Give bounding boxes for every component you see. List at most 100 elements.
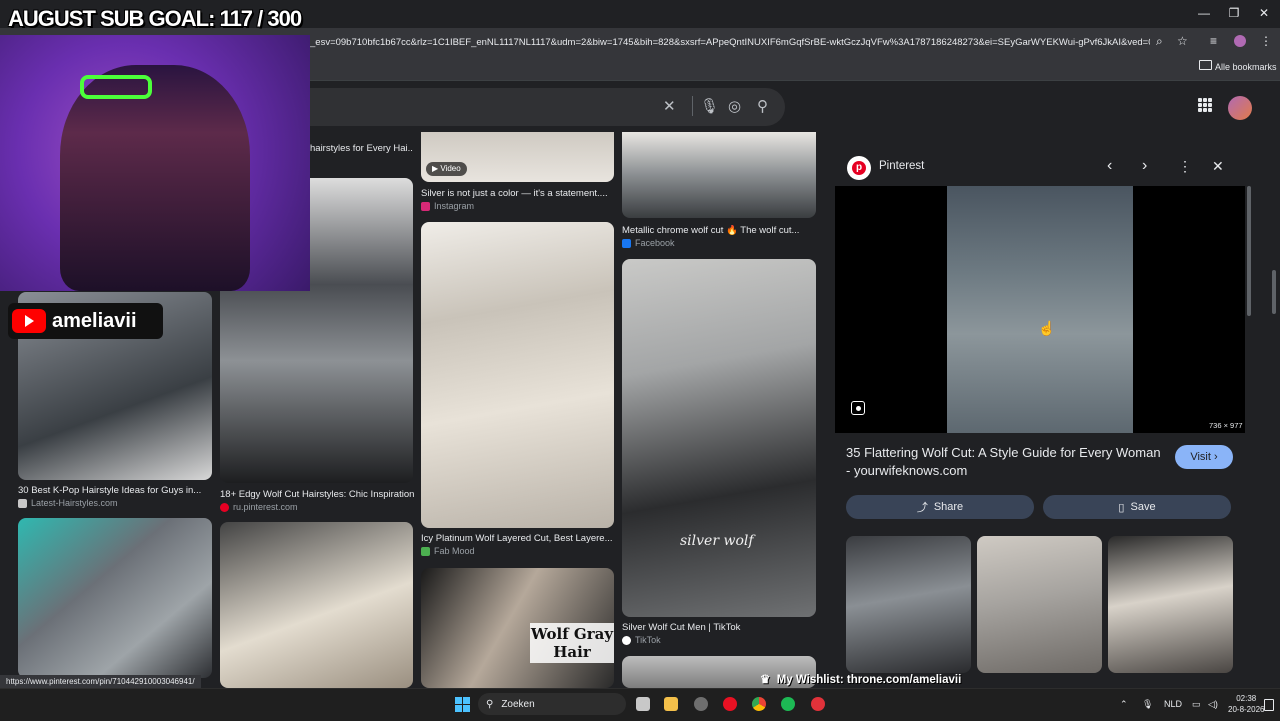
result-caption[interactable]: Icy Platinum Wolf Layered Cut, Best Laye… [421, 533, 614, 544]
source-label: Facebook [635, 238, 675, 248]
more-menu-icon[interactable]: ⋮ [1260, 34, 1272, 48]
result-source[interactable]: Latest-Hairstyles.com [18, 498, 118, 508]
apps-grid-icon[interactable] [1198, 98, 1212, 112]
clock-time: 02:38 [1236, 694, 1257, 703]
bookmark-star-icon[interactable]: ☆ [1177, 34, 1188, 48]
thumbnail-overlay-text: silver wolf [680, 533, 754, 549]
source-label: Latest-Hairstyles.com [31, 498, 118, 508]
language-indicator[interactable]: NLD [1164, 699, 1182, 709]
result-source[interactable]: Facebook [622, 238, 675, 248]
search-icon: ⚲ [486, 698, 494, 710]
preview-title[interactable]: 35 Flattering Wolf Cut: A Style Guide fo… [846, 444, 1164, 480]
zoom-icon[interactable]: ⌕ [1156, 34, 1163, 49]
volume-icon[interactable]: ◁) [1208, 699, 1218, 710]
close-panel-icon[interactable]: ✕ [1212, 158, 1224, 175]
taskbar-clock[interactable]: 02:38 20-8-2026 [1228, 693, 1264, 715]
url-field[interactable]: _esv=09b710bfc1b67cc&rlz=1C1IBEF_enNL111… [310, 37, 1150, 48]
related-image[interactable] [1108, 536, 1233, 673]
status-url: https://www.pinterest.com/pin/7104429100… [0, 675, 201, 689]
save-label: Save [1130, 501, 1156, 513]
notification-icon[interactable] [1264, 699, 1274, 711]
share-button[interactable]: ⤴ Share [846, 495, 1034, 519]
result-caption[interactable]: 18+ Edgy Wolf Cut Hairstyles: Chic Inspi… [220, 489, 414, 500]
source-label: ru.pinterest.com [233, 502, 298, 512]
microphone-icon[interactable]: 🎙 [1142, 699, 1153, 710]
windows-start-icon[interactable] [455, 697, 470, 712]
opera-icon[interactable] [723, 697, 737, 711]
clock-date: 20-8-2026 [1228, 705, 1265, 714]
youtube-channel-badge: ameliavii [8, 303, 163, 339]
result-source[interactable]: Instagram [421, 201, 474, 211]
source-label: Fab Mood [434, 546, 475, 556]
result-source[interactable]: Fab Mood [421, 546, 475, 556]
result-image-gray-mullet[interactable] [18, 518, 212, 678]
account-avatar[interactable] [1228, 96, 1252, 120]
minimize-button[interactable]: — [1194, 6, 1214, 20]
webcam-overlay [0, 35, 310, 291]
crown-icon: ♛ [760, 674, 771, 686]
taskbar-search[interactable]: ⚲ Zoeken [478, 693, 626, 715]
panel-scrollbar[interactable] [1247, 186, 1251, 316]
related-image[interactable] [846, 536, 971, 673]
result-caption[interactable]: 30 Best K-Pop Hairstyle Ideas for Guys i… [18, 485, 212, 496]
visit-label: Visit [1190, 451, 1211, 463]
task-view-icon[interactable] [636, 697, 650, 711]
visit-button[interactable]: Visit › [1175, 445, 1233, 469]
file-explorer-icon[interactable] [664, 697, 678, 711]
share-label: Share [933, 501, 964, 513]
source-favicon [421, 546, 430, 556]
result-caption[interactable]: Silver is not just a color — it's a stat… [421, 188, 614, 199]
page-scrollbar-track [1270, 82, 1278, 688]
profile-avatar[interactable] [1234, 35, 1246, 47]
video-badge-label: Video [440, 164, 461, 173]
more-options-icon[interactable]: ⋮ [1178, 158, 1192, 175]
previous-icon[interactable]: ‹ [1107, 157, 1112, 175]
lens-search-icon[interactable] [851, 401, 865, 415]
result-image-metallic-chrome[interactable] [622, 132, 816, 218]
taskbar-search-label: Zoeken [501, 698, 535, 710]
bookmark-icon: ▯ [1118, 501, 1125, 514]
related-image[interactable] [977, 536, 1102, 673]
show-hidden-icons[interactable]: ⌃ [1120, 699, 1128, 710]
spotify-icon[interactable] [781, 697, 795, 711]
youtube-icon [12, 309, 46, 333]
next-icon[interactable]: › [1142, 157, 1147, 175]
result-image-silver-wolf[interactable] [622, 259, 816, 617]
green-glasses [80, 75, 152, 99]
page-scrollbar[interactable] [1272, 270, 1276, 314]
instagram-icon [421, 201, 430, 211]
source-favicon [18, 498, 27, 508]
divider [692, 96, 693, 116]
wishlist-text: My Wishlist: throne.com/ameliavii [776, 674, 962, 686]
result-caption[interactable]: hairstyles for Every Hai... [310, 143, 413, 154]
save-button[interactable]: ▯ Save [1043, 495, 1231, 519]
all-bookmarks-link[interactable]: Alle bookmarks [1215, 62, 1277, 72]
video-badge: ▶ Video [426, 162, 467, 176]
source-label: TikTok [635, 635, 661, 645]
lens-icon[interactable]: ◎ [728, 97, 741, 115]
maximize-button[interactable]: ❐ [1224, 6, 1244, 20]
reading-list-icon[interactable]: ≡ [1210, 34, 1217, 48]
clear-search-icon[interactable]: ✕ [663, 97, 676, 115]
search-icon[interactable]: ⚲ [757, 97, 768, 115]
facebook-icon [622, 238, 631, 248]
preview-image[interactable] [947, 186, 1133, 433]
thumbnail-overlay-text: Wolf Gray Hair [530, 623, 614, 663]
result-source[interactable]: TikTok [622, 635, 661, 645]
image-dimensions: 736 × 977 [1209, 421, 1243, 430]
network-icon[interactable]: ▭ [1192, 699, 1201, 710]
channel-name: ameliavii [52, 309, 137, 332]
chrome-icon[interactable] [752, 697, 766, 711]
close-window-button[interactable]: ✕ [1254, 6, 1274, 20]
pinterest-icon: p [847, 156, 871, 180]
result-image-blonde-shag[interactable] [220, 522, 413, 688]
folder-icon [1199, 60, 1212, 70]
obs-icon[interactable] [811, 697, 825, 711]
result-caption[interactable]: Metallic chrome wolf cut 🔥 The wolf cut.… [622, 225, 816, 236]
settings-icon[interactable] [694, 697, 708, 711]
result-caption[interactable]: Silver Wolf Cut Men | TikTok [622, 622, 816, 633]
microphone-icon[interactable]: 🎙 [700, 97, 719, 115]
result-source[interactable]: ru.pinterest.com [220, 502, 298, 512]
panel-source[interactable]: Pinterest [879, 160, 924, 172]
result-image-icy-platinum[interactable] [421, 222, 614, 528]
